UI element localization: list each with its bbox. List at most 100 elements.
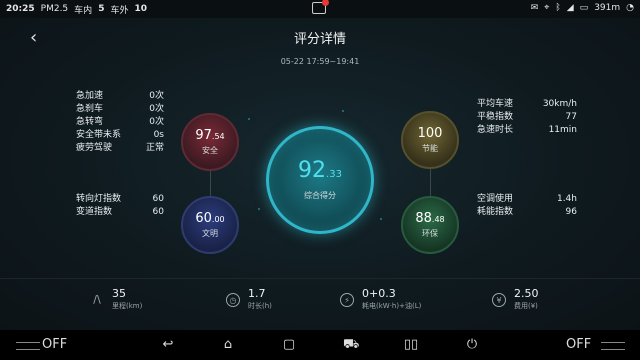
home-icon[interactable]: ⌂ — [220, 337, 236, 353]
bluetooth-icon: ᛒ — [555, 3, 561, 13]
glow-dot — [248, 118, 250, 120]
total-score-circle: 92.33 综合得分 — [266, 126, 374, 234]
clock: 20:25 — [6, 4, 35, 14]
eco-score-dec: .48 — [431, 214, 445, 224]
eco-score-circle[interactable]: 88.48 环保 — [401, 196, 459, 254]
energy-score: 100 — [417, 125, 443, 142]
stat-row: 转向灯指数 60 — [76, 193, 164, 206]
recents-icon[interactable]: ▢ — [281, 337, 297, 353]
energy-use-summary: ⚡ 0+0.3 耗电(kW·h)+油(L) — [340, 287, 421, 311]
stat-value: 60 — [152, 207, 164, 217]
outside-value: 10 — [134, 4, 147, 14]
civil-score-int: 60 — [195, 210, 212, 226]
total-score-dec: .33 — [326, 169, 342, 180]
inside-label: 车内 — [74, 5, 93, 16]
energy-score-int: 100 — [417, 125, 443, 141]
yuan-icon: ¥ — [492, 293, 506, 307]
stat-label: 平均车速 — [477, 99, 514, 109]
left-fan-off-label[interactable]: OFF — [42, 337, 67, 352]
energy-score-circle[interactable]: 100 节能 — [401, 111, 459, 169]
status-bar: 20:25 PM2.5 车内 5 车外 10 ✉ ⌖ ᛒ ◢ ▭ 391m ◔ — [0, 0, 640, 18]
glow-dot — [258, 208, 260, 210]
stat-row: 平均车速 30km/h — [477, 98, 577, 111]
stat-label: 急加速 — [76, 91, 104, 101]
outside-label: 车外 — [110, 5, 129, 16]
stat-value: 96 — [565, 207, 577, 217]
energy-stats: 平均车速 30km/h 平稳指数 77 急速时长 11min — [477, 98, 577, 137]
stat-label: 急刹车 — [76, 104, 104, 114]
signal-icon: ◢ — [566, 3, 574, 13]
pm25-label: PM2.5 — [40, 4, 69, 14]
stat-row: 急刹车 0次 — [76, 103, 164, 116]
mileage-label: 里程(km) — [112, 302, 143, 310]
stat-value: 1.4h — [556, 194, 577, 204]
main-panel: ‹ 评分详情 05-22 17:59~19:41 急加速 0次 急刹车 0次 急转弯… — [0, 18, 640, 330]
stat-row: 平稳指数 77 — [477, 111, 577, 124]
energy-label: 节能 — [422, 143, 438, 153]
energy-use-value: 0+0.3 — [362, 287, 396, 300]
car-icon[interactable]: ⛟ — [343, 337, 359, 353]
stat-row: 急加速 0次 — [76, 90, 164, 103]
cost-value: 2.50 — [514, 287, 539, 300]
stat-label: 急速时长 — [477, 125, 514, 135]
date-range: 05-22 17:59~19:41 — [280, 57, 360, 66]
stat-row: 变道指数 60 — [76, 206, 164, 219]
stat-label: 空调使用 — [477, 194, 514, 204]
power-icon[interactable]: ⏻ — [464, 337, 480, 353]
safety-stats: 急加速 0次 急刹车 0次 急转弯 0次 安全带未系 0s 疲劳驾驶 正常 — [76, 90, 164, 155]
safety-label: 安全 — [202, 145, 218, 155]
energy-drop-icon: ⚡ — [340, 293, 354, 307]
stat-label: 转向灯指数 — [76, 194, 122, 204]
duration-label: 时长(h) — [248, 302, 272, 310]
eco-stats: 空调使用 1.4h 耗能指数 96 — [477, 193, 577, 219]
stat-value: 60 — [152, 194, 164, 204]
location-icon: ⌖ — [544, 3, 550, 13]
stat-row: 疲劳驾驶 正常 — [76, 142, 164, 155]
total-label: 综合得分 — [304, 191, 336, 200]
civil-score-dec: .00 — [211, 214, 225, 224]
mileage-value: 35 — [112, 287, 126, 300]
civil-label: 文明 — [202, 228, 218, 238]
stat-label: 疲劳驾驶 — [76, 143, 113, 153]
safety-score-circle[interactable]: 97.54 安全 — [181, 113, 239, 171]
status-left: 20:25 PM2.5 车内 5 车外 10 — [6, 3, 147, 16]
back-nav-icon[interactable]: ↩ — [160, 337, 176, 353]
duration-value: 1.7 — [248, 287, 266, 300]
notification-icon[interactable] — [312, 0, 329, 14]
safety-score: 97.54 — [195, 128, 224, 144]
right-connector — [430, 169, 431, 196]
eco-label: 环保 — [422, 228, 438, 238]
eco-score: 88.48 — [415, 211, 445, 227]
stat-value: 0s — [153, 130, 164, 140]
left-fan-icon[interactable] — [16, 342, 40, 350]
stat-row: 安全带未系 0s — [76, 129, 164, 142]
stat-label: 耗能指数 — [477, 207, 514, 217]
cost-summary: ¥ 2.50 费用(¥) — [492, 287, 539, 311]
glow-dot — [342, 110, 344, 112]
stat-value: 0次 — [149, 104, 164, 114]
stat-row: 急转弯 0次 — [76, 116, 164, 129]
civil-score-circle[interactable]: 60.00 文明 — [181, 196, 239, 254]
stat-row: 耗能指数 96 — [477, 206, 577, 219]
stat-label: 急转弯 — [76, 117, 104, 127]
status-right: ✉ ⌖ ᛒ ◢ ▭ 391m ◔ — [531, 3, 634, 13]
stat-value: 正常 — [145, 143, 164, 153]
right-fan-off-label[interactable]: OFF — [566, 337, 591, 352]
stat-label: 平稳指数 — [477, 112, 514, 122]
glow-dot — [380, 218, 382, 220]
stat-value: 11min — [548, 125, 577, 135]
nav-bar: OFF ↩ ⌂ ▢ ⛟ ▯▯ ⏻ OFF — [0, 330, 640, 360]
split-screen-icon[interactable]: ▯▯ — [403, 337, 419, 353]
clock-icon: ◷ — [226, 293, 240, 307]
stat-value: 77 — [565, 112, 577, 122]
storage-icon: ▭ — [579, 3, 589, 13]
page-title: 评分详情 — [293, 32, 346, 47]
wifi-icon: ◔ — [626, 3, 634, 13]
road-icon: /\ — [93, 293, 101, 306]
civil-score: 60.00 — [195, 210, 225, 227]
right-fan-icon[interactable] — [601, 342, 625, 350]
stat-value: 0次 — [149, 117, 164, 127]
cost-label: 费用(¥) — [514, 302, 538, 310]
inside-value: 5 — [98, 4, 105, 14]
mail-icon: ✉ — [530, 3, 539, 13]
